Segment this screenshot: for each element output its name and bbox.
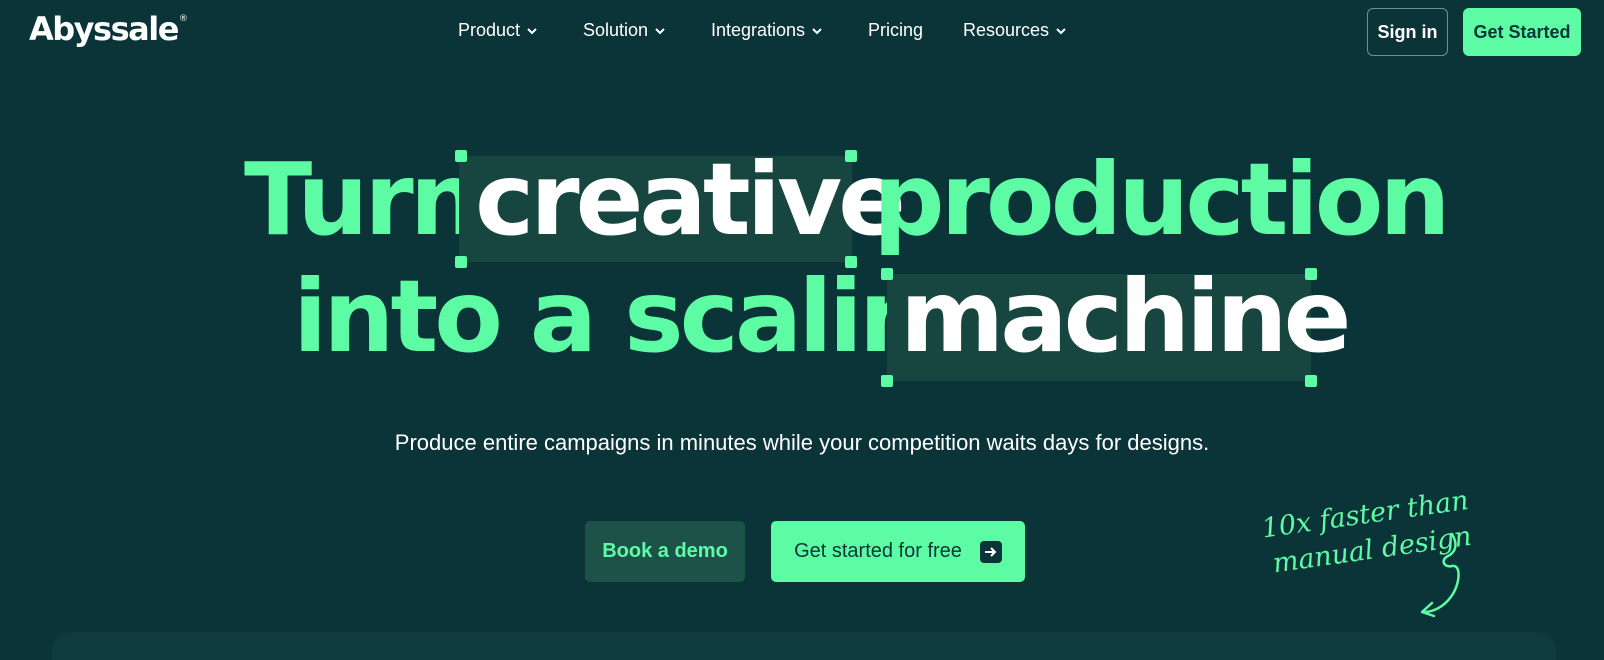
hero-subtitle: Produce entire campaigns in minutes whil… bbox=[394, 430, 1210, 455]
menu-resources[interactable]: Resources bbox=[963, 20, 1067, 41]
chevron-down-icon bbox=[527, 27, 537, 34]
menu-label: Resources bbox=[963, 20, 1050, 40]
selection-handle bbox=[881, 268, 893, 280]
selection-handle bbox=[455, 150, 467, 162]
get-started-free-label: Get started for free bbox=[794, 540, 962, 562]
selection-handle bbox=[881, 375, 893, 387]
menu-label: Solution bbox=[583, 20, 649, 40]
logo[interactable]: Abyssale® bbox=[29, 10, 188, 48]
headline-turn: Turn bbox=[244, 141, 481, 258]
headline-creative: creative bbox=[475, 141, 906, 258]
menu-pricing[interactable]: Pricing bbox=[868, 20, 923, 41]
sign-in-button[interactable]: Sign in bbox=[1367, 8, 1448, 56]
headline-machine: machine bbox=[900, 258, 1351, 375]
menu-label: Integrations bbox=[711, 20, 806, 40]
selection-handle bbox=[1305, 375, 1317, 387]
menu-integrations[interactable]: Integrations bbox=[711, 20, 823, 41]
menu-label: Product bbox=[458, 20, 521, 40]
arrow-right-icon bbox=[979, 540, 1002, 563]
chevron-down-icon bbox=[655, 27, 665, 34]
book-demo-button[interactable]: Book a demo bbox=[585, 521, 745, 582]
handwritten-annotation: 10x faster than manual design bbox=[1258, 467, 1512, 619]
selection-handle bbox=[845, 150, 857, 162]
headline-production: production bbox=[873, 141, 1451, 258]
chevron-down-icon bbox=[812, 27, 822, 34]
get-started-button[interactable]: Get Started bbox=[1463, 8, 1581, 56]
curly-arrow-icon bbox=[1420, 532, 1460, 618]
menu-solution[interactable]: Solution bbox=[583, 20, 666, 41]
registered-mark: ® bbox=[178, 14, 188, 24]
menu-label: Pricing bbox=[868, 20, 924, 40]
top-nav: Abyssale® Product Solution Integrations … bbox=[0, 0, 1604, 66]
get-started-free-button[interactable]: Get started for free bbox=[771, 521, 1025, 582]
preview-card bbox=[52, 632, 1556, 660]
landing-page: Abyssale® Product Solution Integrations … bbox=[0, 0, 1604, 660]
logo-text: Abyssale bbox=[29, 10, 179, 48]
chevron-down-icon bbox=[1056, 27, 1066, 34]
menu-product[interactable]: Product bbox=[458, 20, 538, 41]
selection-handle bbox=[1305, 268, 1317, 280]
